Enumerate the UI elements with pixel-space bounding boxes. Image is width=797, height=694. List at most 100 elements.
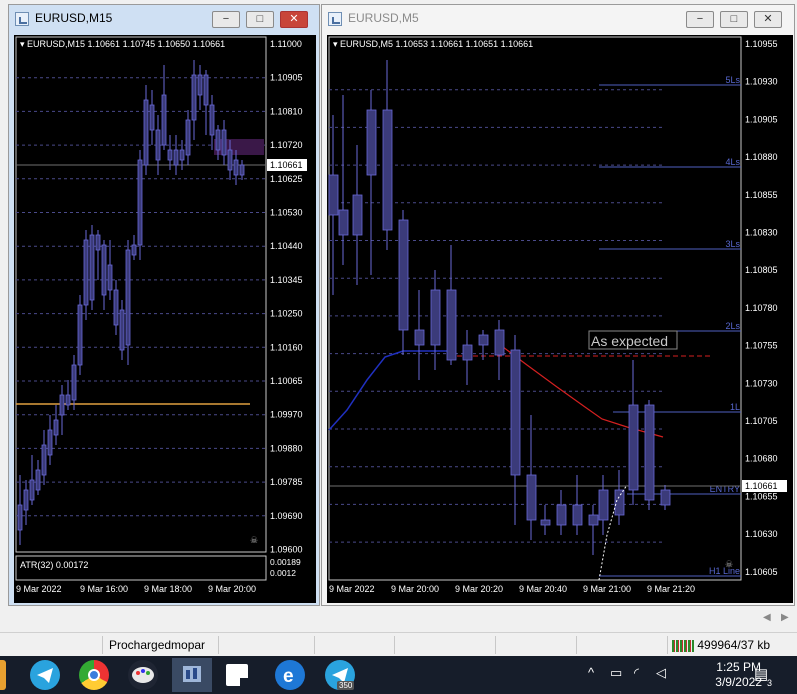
candle — [398, 219, 409, 331]
close-button[interactable]: ✕ — [754, 11, 782, 28]
title-bar[interactable]: EURUSD,M5 − □ ✕ — [322, 5, 794, 33]
chart-window-eurusd-m15[interactable]: EURUSD,M15 − □ ✕ ▾ EURUSD,M15 1.10661 1.… — [8, 4, 320, 606]
candle — [366, 109, 377, 176]
price-axis-label: 1.10680 — [745, 454, 778, 464]
zone-box[interactable] — [214, 139, 264, 155]
network-icon[interactable]: ◜ — [634, 665, 639, 681]
price-axis-label: 1.10855 — [745, 190, 778, 200]
candle — [510, 349, 521, 476]
candle — [478, 334, 489, 346]
traffic-label: 499964/37 kb — [697, 638, 771, 652]
price-axis-label: 1.10805 — [745, 265, 778, 275]
close-button[interactable]: ✕ — [280, 11, 308, 28]
candle — [167, 149, 173, 161]
status-bar: Prochargedmopar 499964/37 kb — [0, 632, 797, 656]
candle — [179, 149, 185, 161]
candle — [382, 109, 393, 231]
candle — [125, 249, 131, 346]
status-cell-empty — [576, 636, 666, 654]
level-label: 3Ls — [725, 239, 740, 249]
candle — [239, 164, 245, 176]
candle — [83, 239, 89, 306]
time-axis-label: 9 Mar 20:00 — [208, 584, 256, 594]
title-bar[interactable]: EURUSD,M15 − □ ✕ — [9, 5, 319, 33]
candle — [338, 209, 349, 236]
candle — [35, 469, 41, 491]
candle — [494, 329, 505, 356]
time-axis-label: 9 Mar 2022 — [16, 584, 62, 594]
candle — [23, 489, 29, 511]
minimize-button[interactable]: − — [212, 11, 240, 28]
svg-text:e: e — [283, 666, 294, 687]
scroll-right-icon[interactable]: ▶ — [781, 612, 789, 623]
price-axis-label: 1.10810 — [270, 106, 303, 116]
price-axis-label: 1.10780 — [745, 303, 778, 313]
telegram-icon[interactable] — [30, 660, 60, 690]
status-cell-empty — [314, 636, 394, 654]
window-title: EURUSD,M15 — [35, 11, 113, 25]
status-cell-empty — [218, 636, 313, 654]
candle — [614, 489, 625, 516]
price-chart-m5[interactable]: 5Ls 4Ls 3Ls 2Ls 1L ENTRY H1 Line As expected ▾… — [327, 35, 793, 603]
chart-window-icon — [15, 12, 29, 26]
chrome-icon[interactable] — [79, 660, 109, 690]
telegram-icon-2[interactable]: 350 — [325, 660, 355, 690]
price-chart-m15[interactable]: ▾ EURUSD,M15 1.10661 1.10745 1.10650 1.1… — [14, 35, 316, 603]
window-title: EURUSD,M5 — [348, 11, 419, 25]
candle — [137, 159, 143, 246]
minimize-button[interactable]: − — [686, 11, 714, 28]
time-axis-label: 9 Mar 21:00 — [583, 584, 631, 594]
indicator-scale-max: 0.00189 — [270, 557, 301, 567]
candle — [77, 304, 83, 366]
price-axis-label: 1.10655 — [745, 491, 778, 501]
level-label: 1L — [730, 402, 740, 412]
candle — [47, 429, 53, 456]
price-axis-label: 1.09600 — [270, 545, 303, 555]
maximize-button[interactable]: □ — [246, 11, 274, 28]
price-axis-label: 1.09690 — [270, 511, 303, 521]
price-axis-label: 1.09880 — [270, 443, 303, 453]
candle — [143, 99, 149, 166]
price-axis-label: 1.10345 — [270, 275, 303, 285]
volume-icon[interactable]: ◁ — [656, 665, 666, 681]
candle — [185, 119, 191, 156]
tabs-scroll-row: ◀ ▶ — [0, 608, 797, 630]
candle — [53, 419, 59, 436]
chart-window-eurusd-m5[interactable]: EURUSD,M5 − □ ✕ 5Ls 4Ls 3Ls 2Ls 1L ENTRY H1 Li… — [321, 4, 795, 606]
sticky-notes-icon[interactable] — [226, 664, 248, 686]
candle — [540, 519, 551, 526]
telegram-badge: 350 — [337, 681, 355, 690]
candle — [414, 329, 425, 346]
tray-chevron-icon[interactable]: ^ — [588, 665, 594, 680]
profile-name[interactable]: Prochargedmopar — [102, 636, 217, 654]
robot-icon: ☠ — [725, 559, 733, 569]
paint-icon[interactable] — [128, 660, 158, 690]
candle — [101, 244, 107, 296]
edge-icon[interactable]: e — [275, 660, 305, 690]
price-axis-label: 1.10730 — [745, 378, 778, 388]
connection-bars-icon — [672, 639, 694, 652]
level-label: 2Ls — [725, 321, 740, 331]
candle — [173, 149, 179, 166]
candle — [203, 74, 209, 106]
candle — [462, 344, 473, 361]
connection-status[interactable]: 499964/37 kb — [667, 636, 797, 654]
maximize-button[interactable]: □ — [720, 11, 748, 28]
price-axis-label: 1.10720 — [270, 140, 303, 150]
metatrader-icon[interactable] — [172, 658, 212, 692]
candle — [29, 479, 35, 501]
annotation-text[interactable]: As expected — [591, 333, 668, 349]
price-axis-label: 1.10250 — [270, 309, 303, 319]
price-axis-label: 1.10630 — [745, 529, 778, 539]
candle — [65, 394, 71, 406]
time-axis-label: 9 Mar 20:20 — [455, 584, 503, 594]
price-axis-label: 1.10705 — [745, 416, 778, 426]
scroll-left-icon[interactable]: ◀ — [763, 612, 771, 623]
candle — [17, 504, 23, 531]
candle — [328, 174, 339, 216]
candle — [149, 104, 155, 131]
price-axis-label: 1.10625 — [270, 174, 303, 184]
app-icon-folder[interactable] — [0, 660, 6, 690]
battery-icon[interactable]: ▭ — [610, 665, 622, 681]
time-axis-label: 9 Mar 2022 — [329, 584, 375, 594]
